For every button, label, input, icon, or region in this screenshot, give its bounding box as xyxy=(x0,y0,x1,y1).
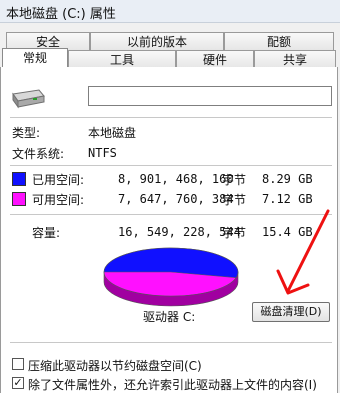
type-label: 类型: xyxy=(12,126,41,140)
type-value: 本地磁盘 xyxy=(88,126,137,140)
tab-hardware[interactable]: 硬件 xyxy=(176,50,254,68)
drive-icon xyxy=(12,89,45,109)
used-space-gb: 8.29 GB xyxy=(262,172,313,186)
divider-4 xyxy=(10,342,332,343)
index-drive-checkbox[interactable]: ✓ xyxy=(12,377,24,389)
red-arrow-icon xyxy=(276,209,330,295)
disk-usage-pie xyxy=(103,247,239,307)
used-space-label: 已用空间: xyxy=(32,173,85,187)
free-space-swatch xyxy=(12,192,26,206)
free-space-bytes: 7, 647, 760, 384 xyxy=(118,192,234,206)
used-space-bytes: 8, 901, 468, 160 xyxy=(118,172,234,186)
used-space-swatch xyxy=(12,172,26,186)
index-drive-label: 除了文件属性外，还允许索引此驱动器上文件的内容(I) xyxy=(28,378,317,392)
filesystem-label: 文件系统: xyxy=(12,147,65,161)
tab-sharing[interactable]: 共享 xyxy=(254,50,336,68)
tab-quota[interactable]: 配额 xyxy=(224,32,334,50)
tab-previous-versions[interactable]: 以前的版本 xyxy=(90,32,224,50)
divider-1 xyxy=(10,117,332,118)
tab-tools[interactable]: 工具 xyxy=(68,50,176,68)
capacity-label: 容量: xyxy=(32,226,61,240)
window-title: 本地磁盘 (C:) 属性 xyxy=(6,7,116,22)
compress-drive-checkbox[interactable] xyxy=(12,358,24,370)
compress-drive-label: 压缩此驱动器以节约磁盘空间(C) xyxy=(28,359,202,373)
capacity-unit: 字节 xyxy=(222,226,247,240)
used-space-unit: 字节 xyxy=(222,173,247,187)
free-space-unit: 字节 xyxy=(222,193,247,207)
drive-letter-label: 驱动器 C: xyxy=(143,310,196,324)
title-bar: 本地磁盘 (C:) 属性 xyxy=(0,0,340,23)
filesystem-value: NTFS xyxy=(88,146,117,160)
drive-name-input[interactable] xyxy=(88,86,332,106)
divider-2 xyxy=(10,165,332,166)
disk-cleanup-button[interactable]: 磁盘清理(D) xyxy=(252,302,330,322)
tab-general[interactable]: 常规 xyxy=(2,48,68,68)
free-space-gb: 7.12 GB xyxy=(262,192,313,206)
free-space-label: 可用空间: xyxy=(32,193,85,207)
